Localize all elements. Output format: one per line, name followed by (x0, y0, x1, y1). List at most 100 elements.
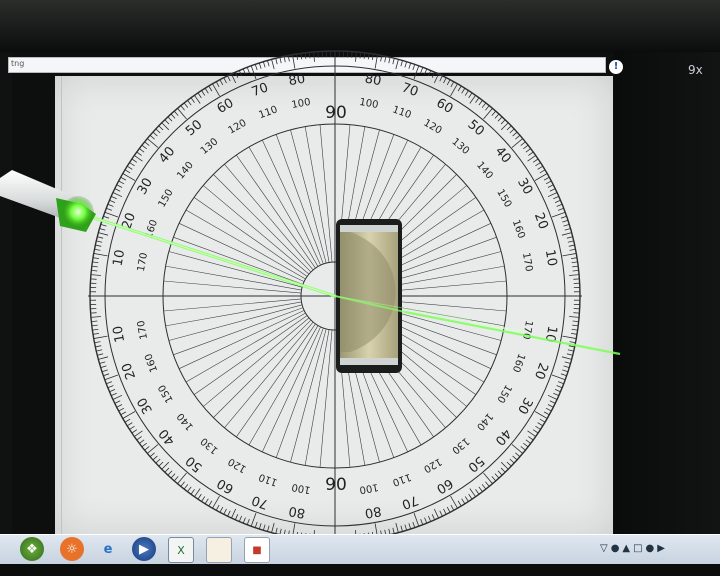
protractor-tick (97, 353, 104, 356)
outer-scale-label: 60 (434, 475, 456, 496)
protractor-tick (392, 58, 395, 65)
protractor-tick (532, 429, 539, 434)
protractor-tick (500, 467, 506, 473)
laser-pointer (0, 170, 96, 232)
protractor-tick (404, 61, 408, 68)
protractor-tick (127, 422, 133, 427)
start-orb-icon[interactable]: ❖ (20, 537, 44, 561)
protractor-tick (99, 228, 106, 231)
protractor-tick (104, 374, 119, 381)
protractor-tick (227, 510, 231, 517)
protractor-tick (527, 155, 536, 162)
protractor-tick (134, 430, 143, 437)
protractor-tick (359, 52, 362, 59)
protractor-tick (537, 422, 543, 427)
protractor-tick (395, 59, 399, 70)
protractor-tick (420, 67, 424, 74)
protractor-tick (114, 188, 121, 192)
protractor-tick (509, 128, 515, 134)
protractor-tick (201, 496, 206, 502)
protractor-radial-line (203, 185, 310, 275)
protractor-tick (563, 223, 570, 227)
protractor-tick (275, 527, 278, 534)
firefox-icon[interactable]: ☼ (60, 537, 84, 561)
protractor-tick (464, 496, 469, 502)
protractor-tick (483, 108, 493, 120)
protractor-tick (469, 488, 476, 497)
protractor-tick (300, 53, 303, 60)
protractor-tick (112, 192, 123, 198)
outer-scale-label: 10 (111, 249, 129, 268)
protractor-tick (177, 472, 187, 484)
protractor-tick (483, 472, 493, 484)
protractor-tick (562, 219, 569, 223)
protractor-tick (497, 470, 503, 476)
excel-icon[interactable]: X (168, 537, 194, 563)
protractor-tick (547, 394, 558, 400)
protractor-tick (532, 158, 539, 163)
protractor-tick (567, 240, 574, 243)
protractor-tick (194, 95, 201, 104)
inner-scale-label: 140 (474, 160, 495, 182)
protractor-scene: 1020304050607080102030405060708010203040… (0, 50, 621, 542)
protractor-tick (91, 265, 98, 268)
protractor-radial-line (236, 323, 316, 438)
protractor-tick (147, 138, 159, 148)
ie-icon[interactable]: e (96, 537, 120, 561)
protractor-tick (512, 131, 518, 137)
protractor-tick (560, 373, 567, 377)
protractor-tick (572, 320, 579, 323)
protractor-tick (93, 253, 108, 257)
protractor-tick (219, 79, 224, 86)
protractor-tick (250, 512, 257, 527)
protractor-tick (101, 369, 108, 373)
protractor-tick (250, 65, 257, 80)
protractor-tick (149, 134, 155, 140)
protractor-tick (520, 446, 526, 451)
protractor-tick (254, 521, 258, 528)
protractor-tick (527, 430, 536, 437)
protractor-tick (562, 253, 577, 257)
protractor-tick (547, 184, 554, 188)
inner-scale-label: 130 (199, 435, 221, 456)
protractor-tick (446, 79, 451, 86)
media-player-icon[interactable]: ▶ (132, 537, 156, 561)
protractor-tick (572, 324, 579, 327)
protractor-tick (204, 498, 209, 504)
inner-scale-label: 150 (157, 382, 176, 404)
protractor-tick (190, 489, 195, 495)
protractor-tick (450, 504, 455, 511)
system-tray[interactable]: ▽●▲□●▶ (600, 543, 668, 554)
protractor-tick (161, 461, 170, 470)
protractor-tick (547, 192, 558, 198)
inner-scale-label: 140 (175, 160, 196, 182)
protractor-tick (450, 81, 455, 88)
protractor-radial-line (168, 251, 303, 288)
protractor-radial-line (185, 312, 306, 383)
protractor-tick (556, 385, 563, 389)
protractor-tick (539, 418, 546, 423)
outer-scale-label: 80 (364, 503, 383, 521)
protractor-tick (98, 232, 109, 236)
outer-scale-label: 20 (531, 361, 551, 382)
image-viewer-icon[interactable]: ■ (244, 537, 270, 563)
protractor-tick (374, 54, 378, 69)
protractor-tick (109, 199, 116, 203)
outer-scale-label: 30 (514, 176, 535, 198)
protractor-tick (439, 75, 443, 82)
protractor-tick (164, 467, 170, 473)
outer-scale-label: 80 (288, 503, 307, 521)
protractor-tick (238, 515, 242, 522)
protractor-tick (91, 324, 98, 327)
protractor-tick (111, 195, 117, 200)
protractor-radial-line (193, 315, 308, 395)
inner-scale-label: 120 (226, 455, 248, 474)
protractor-tick (515, 452, 521, 458)
protractor-tick (539, 169, 546, 174)
protractor-radial-line (193, 197, 308, 277)
protractor-tick (433, 73, 439, 84)
folder-icon[interactable] (206, 537, 232, 563)
protractor-tick (127, 165, 133, 170)
protractor-tick (141, 442, 147, 448)
protractor-tick (564, 361, 571, 364)
